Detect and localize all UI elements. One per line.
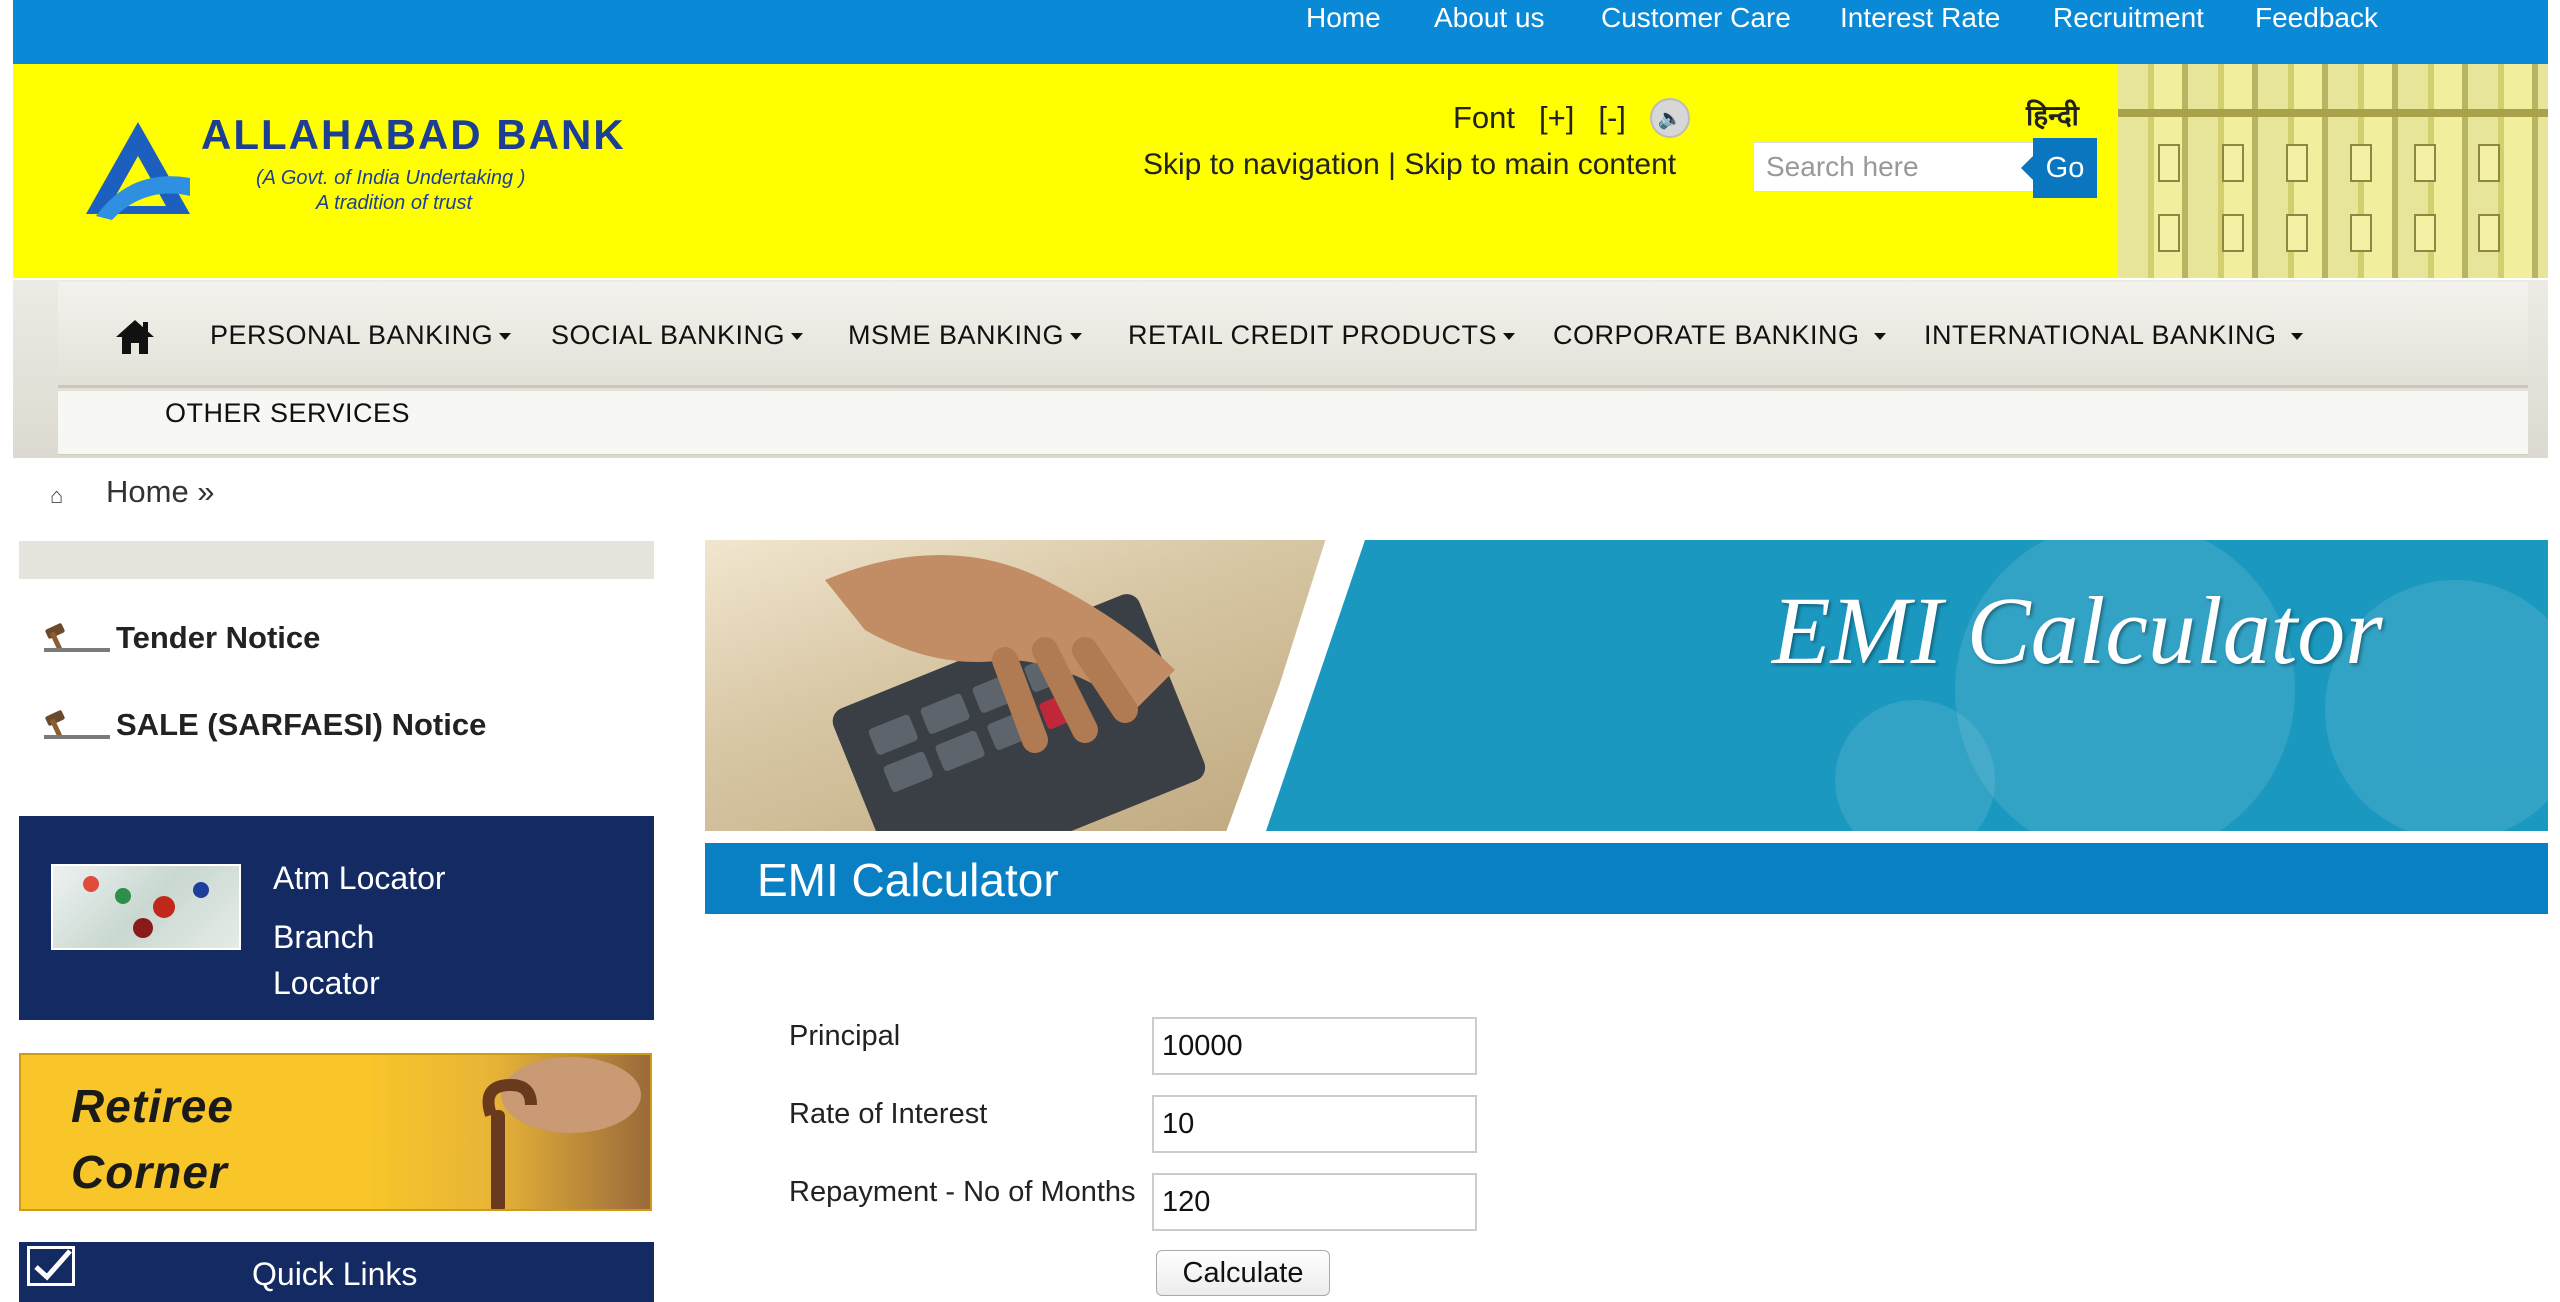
top-nav-bar: Home About us Customer Care Interest Rat… <box>13 0 2548 64</box>
bank-tagline-trust: A tradition of trust <box>316 192 472 214</box>
nav-corporate-banking[interactable]: CORPORATE BANKING <box>1553 320 1886 351</box>
search-input[interactable] <box>1753 142 2043 192</box>
rate-of-interest-input[interactable] <box>1152 1095 1477 1153</box>
skip-to-navigation-link[interactable]: Skip to navigation <box>1143 148 1380 181</box>
rate-of-interest-label: Rate of Interest <box>789 1098 988 1130</box>
caret-down-icon <box>2290 333 2303 341</box>
banner-title: EMI Calculator <box>1772 577 2383 684</box>
gavel-icon <box>44 623 110 652</box>
checkbox-icon <box>27 1246 75 1286</box>
top-nav-interest-rate[interactable]: Interest Rate <box>1840 2 2000 34</box>
skip-to-main-content-link[interactable]: Skip to main content <box>1404 148 1676 181</box>
tender-notice-link[interactable]: Tender Notice <box>40 620 320 656</box>
section-title: EMI Calculator <box>757 854 1059 906</box>
font-controls: Font [+] [-] 🔈 <box>1453 98 1690 138</box>
top-nav-customer-care[interactable]: Customer Care <box>1601 2 1791 34</box>
emi-calculator-banner: EMI Calculator <box>705 540 2548 831</box>
font-increase-button[interactable]: [+] <box>1539 100 1574 136</box>
font-label: Font <box>1453 100 1516 135</box>
retiree-corner-line-2: Corner <box>71 1146 228 1198</box>
nav-social-banking-label: SOCIAL BANKING <box>551 320 786 350</box>
skip-separator: | <box>1388 148 1396 181</box>
quick-links-bar[interactable]: Quick Links <box>19 1242 654 1302</box>
breadcrumb[interactable]: Home » <box>106 474 215 510</box>
caret-down-icon <box>499 333 512 341</box>
nav-retail-credit-products[interactable]: RETAIL CREDIT PRODUCTS <box>1128 320 1516 351</box>
bank-logo-icon[interactable] <box>78 116 198 226</box>
nav-msme-banking-label: MSME BANKING <box>848 320 1065 350</box>
nav-msme-banking[interactable]: MSME BANKING <box>848 320 1083 351</box>
caret-down-icon <box>1070 333 1083 341</box>
search-go-button[interactable]: Go <box>2021 138 2097 198</box>
retiree-corner-line-1: Retiree <box>71 1080 234 1132</box>
branch-locator-link[interactable]: Branch Locator <box>273 914 380 1006</box>
repayment-months-input[interactable] <box>1152 1173 1477 1231</box>
principal-label: Principal <box>789 1020 901 1052</box>
bank-name: ALLAHABAD BANK <box>201 111 626 158</box>
elderly-hand-cane-icon <box>482 1057 641 1209</box>
atm-locator-link[interactable]: Atm Locator <box>273 860 446 897</box>
top-nav-home[interactable]: Home <box>1306 2 1381 34</box>
site-header: ALLAHABAD BANK (A Govt. of India Underta… <box>13 64 2548 278</box>
main-nav-row-2 <box>58 391 2528 455</box>
caret-down-icon <box>1503 333 1516 341</box>
retiree-corner-title: Retiree Corner <box>71 1073 234 1205</box>
breadcrumb-home-icon[interactable]: ⌂ <box>50 483 63 509</box>
nav-personal-banking[interactable]: PERSONAL BANKING <box>210 320 512 351</box>
section-header: EMI Calculator <box>705 843 2548 914</box>
map-pins-image[interactable] <box>51 864 241 950</box>
nav-personal-banking-label: PERSONAL BANKING <box>210 320 494 350</box>
hindi-language-link[interactable]: हिन्दी <box>2026 96 2079 134</box>
nav-international-banking-label: INTERNATIONAL BANKING <box>1924 320 2277 350</box>
sidebar-top-strip <box>19 541 654 579</box>
nav-social-banking[interactable]: SOCIAL BANKING <box>551 320 804 351</box>
home-icon[interactable] <box>114 318 156 356</box>
top-nav-feedback[interactable]: Feedback <box>2255 2 2378 34</box>
caret-down-icon <box>1873 333 1886 341</box>
nav-corporate-banking-label: CORPORATE BANKING <box>1553 320 1860 350</box>
retiree-corner-banner[interactable]: Retiree Corner <box>19 1053 652 1211</box>
top-nav-recruitment[interactable]: Recruitment <box>2053 2 2204 34</box>
quick-links-label: Quick Links <box>252 1256 418 1292</box>
nav-other-services[interactable]: OTHER SERVICES <box>165 398 410 429</box>
font-decrease-button[interactable]: [-] <box>1598 100 1626 136</box>
sale-sarfaesi-notice-link[interactable]: SALE (SARFAESI) Notice <box>40 707 486 743</box>
building-image <box>2118 64 2548 278</box>
top-nav-about-us[interactable]: About us <box>1434 2 1545 34</box>
main-nav-bar: PERSONAL BANKING SOCIAL BANKING MSME BAN… <box>58 282 2528 388</box>
bank-tagline-govt: (A Govt. of India Undertaking ) <box>256 167 526 189</box>
skip-links: Skip to navigation | Skip to main conten… <box>1143 148 1676 182</box>
sale-sarfaesi-notice-label: SALE (SARFAESI) Notice <box>116 707 487 742</box>
tender-notice-label: Tender Notice <box>116 620 321 655</box>
caret-down-icon <box>791 333 804 341</box>
atm-branch-locator-box: Atm Locator Branch Locator <box>19 816 654 1020</box>
main-nav: PERSONAL BANKING SOCIAL BANKING MSME BAN… <box>13 280 2548 458</box>
principal-input[interactable] <box>1152 1017 1477 1075</box>
speaker-icon[interactable]: 🔈 <box>1649 98 1690 138</box>
nav-international-banking[interactable]: INTERNATIONAL BANKING <box>1924 320 2303 351</box>
gavel-icon <box>44 710 110 739</box>
nav-retail-credit-products-label: RETAIL CREDIT PRODUCTS <box>1128 320 1498 350</box>
calculate-button[interactable]: Calculate <box>1156 1250 1330 1296</box>
repayment-months-label: Repayment - No of Months <box>789 1176 1136 1208</box>
